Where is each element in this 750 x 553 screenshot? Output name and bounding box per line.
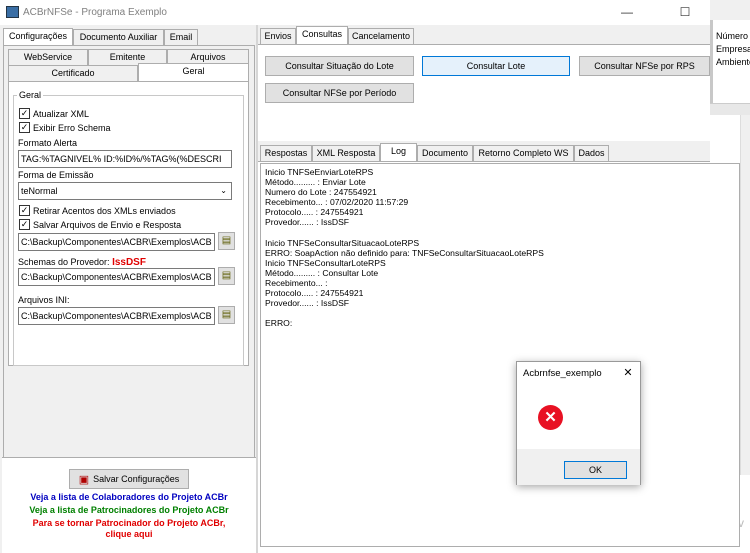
bg-label-empresa: Empresa (716, 44, 750, 54)
arquivos-ini-label: Arquivos INI: (18, 295, 70, 305)
tab-configuracoes[interactable]: Configurações (3, 28, 73, 46)
log-line: Inicio TNFSeConsultarLoteRPS (265, 257, 386, 268)
log-line: Método......... : Enviar Lote (265, 177, 366, 188)
folder-browse-icon[interactable]: ▤ (218, 232, 235, 250)
retirar-acentos-checkbox[interactable]: ✓ (19, 205, 30, 216)
colaboradores-link[interactable]: Veja a lista de Colaboradores do Projeto… (1, 492, 257, 502)
error-dialog: Acbrnfse_exemplo ✕ ✕ OK (516, 361, 641, 485)
log-line: Protocolo..... : 247554921 (265, 288, 364, 299)
tab-cancelamento[interactable]: Cancelamento (348, 28, 414, 44)
tab-consultas[interactable]: Consultas (296, 26, 348, 44)
formato-alerta-input[interactable]: TAG:%TAGNIVEL% ID:%ID%/%TAG%(%DESCRI (18, 150, 232, 168)
consultar-nfse-periodo-button[interactable]: Consultar NFSe por Período (265, 83, 414, 103)
app-icon (6, 6, 19, 18)
patrocinador-link[interactable]: Para se tornar Patrocinador do Projeto A… (1, 518, 257, 528)
exibir-erro-label: Exibir Erro Schema (33, 123, 111, 133)
path-schemas-input[interactable]: C:\Backup\Componentes\ACBR\Exemplos\ACB (18, 268, 215, 286)
consultar-nfse-rps-button[interactable]: Consultar NFSe por RPS (579, 56, 710, 76)
folder-browse-icon[interactable]: ▤ (218, 267, 235, 285)
forma-emissao-select[interactable]: teNormal ⌄ (18, 182, 232, 200)
log-line: ERRO: (265, 318, 293, 329)
ok-button[interactable]: OK (564, 461, 627, 479)
log-line: Protocolo..... : 247554921 (265, 207, 364, 218)
formato-alerta-label: Formato Alerta (18, 138, 78, 148)
dialog-title: Acbrnfse_exemplo (523, 368, 602, 379)
forma-emissao-value: teNormal (21, 186, 58, 196)
save-icon: ▣ (78, 473, 90, 486)
group-title: Geral (17, 90, 44, 100)
log-line: Inicio TNFSeEnviarLoteRPS (265, 167, 374, 177)
atualizar-xml-checkbox[interactable]: ✓ (19, 108, 30, 119)
bg-label-ambiente: Ambiente (716, 57, 750, 67)
salvar-configuracoes-label: Salvar Configurações (93, 474, 180, 484)
log-textarea[interactable]: Inicio TNFSeEnviarLoteRPS Método........… (260, 163, 740, 547)
minimize-icon[interactable]: — (617, 4, 637, 20)
log-line: Inicio TNFSeConsultarSituacaoLoteRPS (265, 237, 420, 248)
bg-label-numero: Número (716, 31, 749, 41)
retirar-acentos-label: Retirar Acentos dos XMLs enviados (33, 206, 176, 216)
maximize-icon[interactable]: ☐ (675, 4, 695, 20)
tab-documento[interactable]: Documento (417, 145, 473, 161)
log-line: Provedor...... : IssDSF (265, 217, 350, 228)
title-bar: ACBrNFSe - Programa Exemplo — ☐ (0, 0, 710, 25)
folder-browse-icon[interactable]: ▤ (218, 306, 235, 324)
tab-log[interactable]: Log (380, 143, 417, 161)
schemas-provider: IssDSF (112, 257, 146, 268)
tab-respostas[interactable]: Respostas (260, 145, 312, 161)
tab-documento-auxiliar[interactable]: Documento Auxiliar (73, 29, 164, 45)
tab-email[interactable]: Email (164, 29, 198, 45)
log-line: Recebimento... : (265, 278, 328, 289)
atualizar-xml-label: Atualizar XML (33, 109, 90, 119)
path-ini-input[interactable]: C:\Backup\Componentes\ACBR\Exemplos\ACB (18, 307, 215, 325)
log-line: ERRO: SoapAction não definido para: TNFS… (265, 247, 544, 258)
log-line: Numero do Lote : 247554921 (265, 187, 377, 198)
geral-group-box (13, 95, 244, 366)
salvar-arquivos-checkbox[interactable]: ✓ (19, 219, 30, 230)
clique-aqui-link[interactable]: clique aqui (1, 529, 257, 539)
close-icon[interactable]: ✕ (620, 365, 636, 381)
consultar-lote-button[interactable]: Consultar Lote (422, 56, 570, 76)
tab-envios[interactable]: Envios (260, 28, 296, 44)
tab-certificado[interactable]: Certificado (8, 65, 138, 81)
window-title: ACBrNFSe - Programa Exemplo (23, 7, 167, 18)
chevron-down-icon: ⌄ (220, 186, 227, 195)
tab-retorno-completo-ws[interactable]: Retorno Completo WS (473, 145, 574, 161)
log-line: Provedor...... : IssDSF (265, 298, 350, 309)
tab-geral[interactable]: Geral (138, 63, 249, 81)
tab-webservice[interactable]: WebService (8, 49, 88, 65)
salvar-arquivos-label: Salvar Arquivos de Envio e Resposta (33, 220, 182, 230)
tab-xml-resposta[interactable]: XML Resposta (312, 145, 380, 161)
left-panel: Configurações Documento Auxiliar Email W… (2, 25, 256, 553)
patrocinadores-link[interactable]: Veja a lista de Patrocinadores do Projet… (1, 505, 257, 515)
tab-dados[interactable]: Dados (574, 145, 609, 161)
path-salvar-input[interactable]: C:\Backup\Componentes\ACBR\Exemplos\ACB (18, 233, 215, 251)
salvar-configuracoes-button[interactable]: ▣ Salvar Configurações (69, 469, 189, 489)
error-icon: ✕ (538, 405, 563, 430)
schemas-label-text: Schemas do Provedor: (18, 257, 110, 267)
consultar-situacao-lote-button[interactable]: Consultar Situação do Lote (265, 56, 414, 76)
schemas-label: Schemas do Provedor: IssDSF (18, 257, 146, 268)
forma-emissao-label: Forma de Emissão (18, 170, 94, 180)
exibir-erro-checkbox[interactable]: ✓ (19, 122, 30, 133)
log-line: Método......... : Consultar Lote (265, 267, 379, 278)
log-line: Recebimento... : 07/02/2020 11:57:29 (265, 197, 409, 208)
